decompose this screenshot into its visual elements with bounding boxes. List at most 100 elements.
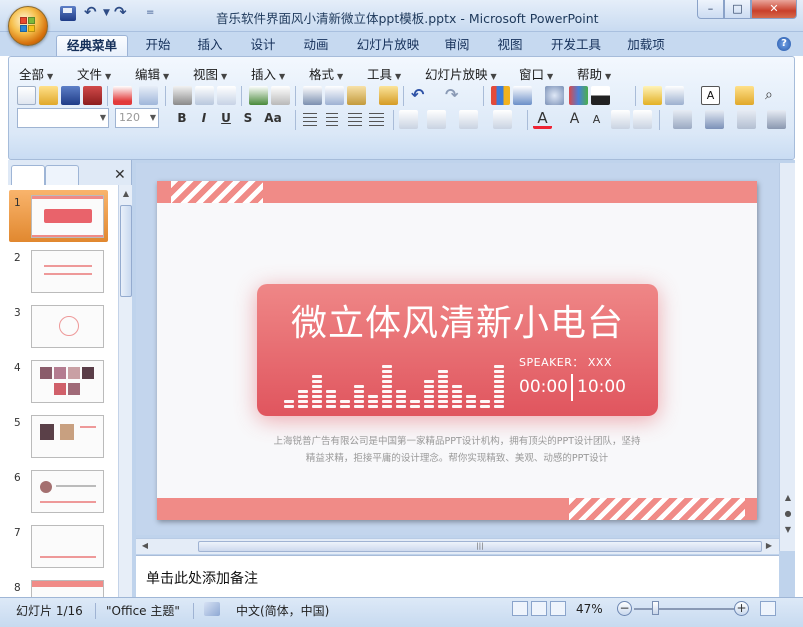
numbering-icon[interactable] bbox=[459, 110, 478, 129]
line-spacing-icon[interactable] bbox=[427, 110, 446, 129]
zoom-slider-knob[interactable] bbox=[652, 601, 659, 615]
tab-classic-menu[interactable]: 经典菜单 bbox=[56, 35, 128, 56]
open-folder-icon[interactable] bbox=[39, 86, 58, 105]
zoom-level[interactable]: 47% bbox=[576, 602, 603, 616]
tab-insert[interactable]: 插入 bbox=[190, 35, 230, 56]
redo-toolbar-icon[interactable]: ↷ bbox=[445, 86, 464, 105]
editor-horizontal-scrollbar[interactable]: ◀ ||| ▶ bbox=[136, 538, 779, 554]
insert-chart-icon[interactable] bbox=[491, 86, 510, 105]
menu-window[interactable]: 窗口 ▼ bbox=[519, 64, 553, 83]
research-icon[interactable] bbox=[271, 86, 290, 105]
spelling-status-icon[interactable] bbox=[204, 602, 220, 616]
scroll-left-icon[interactable]: ◀ bbox=[140, 540, 150, 552]
slide-thumbnail-7[interactable] bbox=[31, 525, 104, 568]
grow-font-icon[interactable]: A bbox=[565, 110, 584, 129]
select-browse-icon[interactable]: ● bbox=[782, 507, 794, 521]
menu-insert[interactable]: 插入 ▼ bbox=[251, 64, 285, 83]
tab-view[interactable]: 视图 bbox=[490, 35, 530, 56]
decrease-indent-icon[interactable] bbox=[611, 110, 630, 129]
spelling-icon[interactable] bbox=[249, 86, 268, 105]
minimize-button[interactable]: – bbox=[697, 0, 724, 19]
shapes-folder-icon[interactable] bbox=[735, 86, 754, 105]
change-case-button[interactable]: Aa bbox=[261, 111, 285, 125]
zoom-in-button[interactable]: + bbox=[734, 601, 749, 616]
help-icon[interactable]: ? bbox=[777, 37, 791, 51]
menu-format[interactable]: 格式 ▼ bbox=[309, 64, 343, 83]
font-color-icon[interactable]: A bbox=[533, 110, 552, 129]
clip-art-icon[interactable] bbox=[545, 86, 564, 105]
quick-styles-icon[interactable] bbox=[705, 110, 724, 129]
slide-thumbnail-6[interactable] bbox=[31, 470, 104, 513]
theme-name[interactable]: "Office 主题" bbox=[106, 602, 180, 619]
text-box-icon[interactable]: A bbox=[701, 86, 720, 105]
tab-design[interactable]: 设计 bbox=[243, 35, 283, 56]
slideshow-view-icon[interactable] bbox=[550, 601, 566, 616]
save-icon[interactable] bbox=[60, 6, 76, 21]
print-preview-icon[interactable] bbox=[195, 86, 214, 105]
redo-icon[interactable]: ↷ bbox=[114, 3, 127, 21]
new-document-icon[interactable] bbox=[17, 86, 36, 105]
font-name-combo[interactable]: ▼ bbox=[17, 108, 109, 128]
tab-addins[interactable]: 加载项 bbox=[620, 35, 672, 56]
zoom-slider-track[interactable] bbox=[634, 608, 734, 610]
tab-slideshow[interactable]: 幻灯片放映 bbox=[350, 35, 426, 56]
bold-button[interactable]: B bbox=[173, 111, 191, 125]
scrollbar-thumb[interactable] bbox=[120, 205, 132, 297]
slide-sorter-icon[interactable] bbox=[531, 601, 547, 616]
slide-thumbnail-4[interactable] bbox=[31, 360, 104, 403]
shadow-button[interactable]: S bbox=[239, 111, 257, 125]
language-indicator[interactable]: 中文(简体，中国) bbox=[236, 602, 329, 619]
tab-home[interactable]: 开始 bbox=[138, 35, 178, 56]
notes-pane[interactable]: 单击此处添加备注 bbox=[136, 555, 779, 597]
undo-icon[interactable]: ↶ bbox=[84, 3, 97, 21]
slide-thumbnail-5[interactable] bbox=[31, 415, 104, 458]
bullets-icon[interactable] bbox=[493, 110, 512, 129]
shape-fill-icon[interactable] bbox=[737, 110, 756, 129]
paste-icon[interactable] bbox=[347, 86, 366, 105]
shape-outline-icon[interactable] bbox=[767, 110, 786, 129]
slide-layout-icon[interactable] bbox=[665, 86, 684, 105]
fit-to-window-icon[interactable] bbox=[760, 601, 776, 616]
menu-edit[interactable]: 编辑 ▼ bbox=[135, 64, 169, 83]
grayscale-icon[interactable] bbox=[591, 86, 610, 105]
font-size-combo[interactable]: 120 ▼ bbox=[115, 108, 159, 128]
print-icon[interactable] bbox=[173, 86, 192, 105]
scroll-up-icon[interactable]: ▲ bbox=[120, 187, 132, 201]
maximize-button[interactable]: □ bbox=[724, 0, 751, 19]
tab-animation[interactable]: 动画 bbox=[296, 35, 336, 56]
menu-all[interactable]: 全部 ▼ bbox=[19, 64, 53, 83]
cut-icon[interactable] bbox=[303, 86, 322, 105]
close-pane-icon[interactable]: ✕ bbox=[114, 167, 126, 183]
slide-thumbnail-1[interactable] bbox=[31, 195, 104, 238]
save-as-pdf-icon[interactable] bbox=[83, 86, 102, 105]
arrange-icon[interactable] bbox=[673, 110, 692, 129]
attach-icon[interactable] bbox=[139, 86, 158, 105]
thumbnail-scrollbar[interactable]: ▲ bbox=[118, 185, 132, 597]
undo-dropdown-icon[interactable]: ▼ bbox=[103, 8, 110, 26]
editor-vertical-scrollbar[interactable]: ▲ ● ▼ bbox=[779, 163, 795, 551]
increase-indent-icon[interactable] bbox=[633, 110, 652, 129]
slide-thumbnail-2[interactable] bbox=[31, 250, 104, 293]
previous-slide-icon[interactable]: ▲ bbox=[782, 491, 794, 505]
tab-review[interactable]: 审阅 bbox=[437, 35, 477, 56]
tab-developer[interactable]: 开发工具 bbox=[544, 35, 608, 56]
align-right-icon[interactable] bbox=[345, 110, 364, 129]
tab-slides-icon[interactable] bbox=[11, 165, 45, 185]
current-slide[interactable]: 微立体风清新小电台 SPEAKER： XXX 00:00 10:00 上海锐普广… bbox=[157, 181, 757, 520]
new-slide-icon[interactable] bbox=[643, 86, 662, 105]
menu-slideshow[interactable]: 幻灯片放映 ▼ bbox=[425, 64, 497, 83]
text-direction-icon[interactable] bbox=[399, 110, 418, 129]
menu-view[interactable]: 视图 ▼ bbox=[193, 64, 227, 83]
zoom-out-button[interactable]: − bbox=[617, 601, 632, 616]
scroll-right-icon[interactable]: ▶ bbox=[764, 540, 774, 552]
menu-help[interactable]: 帮助 ▼ bbox=[577, 64, 611, 83]
tab-outline-icon[interactable] bbox=[45, 165, 79, 185]
color-icon[interactable] bbox=[569, 86, 588, 105]
close-button[interactable]: ✕ bbox=[751, 0, 797, 19]
print-layout-icon[interactable] bbox=[217, 86, 236, 105]
align-left-icon[interactable] bbox=[301, 110, 320, 129]
slide-thumbnail-3[interactable] bbox=[31, 305, 104, 348]
next-slide-icon[interactable]: ▼ bbox=[782, 523, 794, 537]
horizontal-scroll-thumb[interactable]: ||| bbox=[198, 541, 762, 552]
underline-button[interactable]: U bbox=[217, 111, 235, 125]
